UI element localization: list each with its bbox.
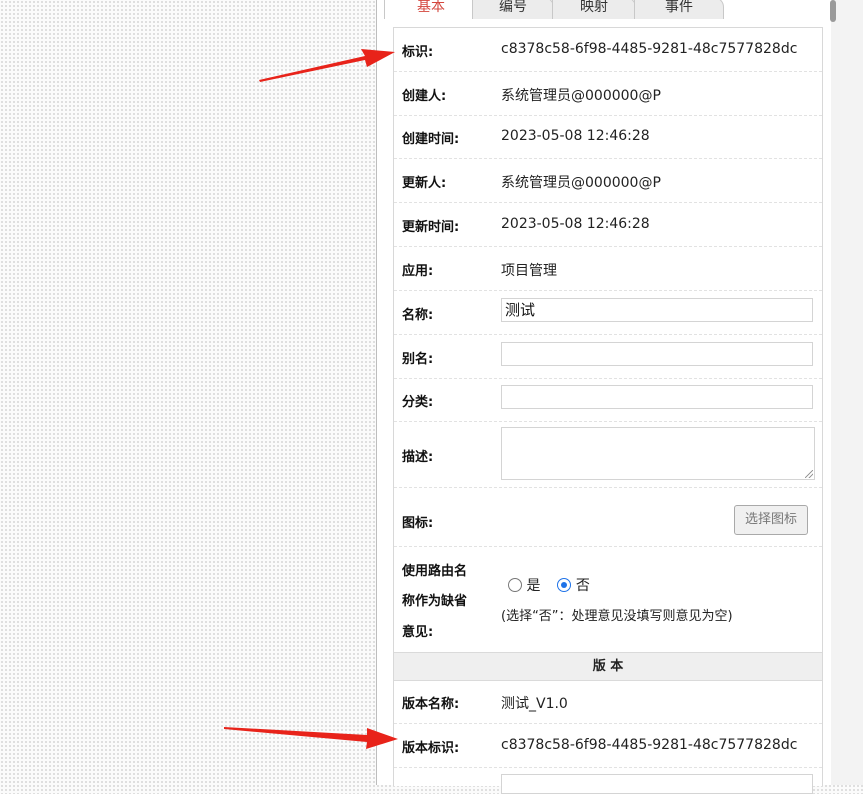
app-label: 应用:: [402, 264, 434, 279]
updater-value: 系统管理员@000000@P: [501, 175, 661, 191]
row-next: [394, 768, 822, 794]
creator-value: 系统管理员@000000@P: [501, 88, 661, 104]
tab-mapping[interactable]: 映射: [552, 0, 636, 19]
route-default-hint: (选择“否”：处理意见没填写则意见为空): [501, 609, 733, 624]
row-version-name: 版本名称: 测试_V1.0: [394, 681, 822, 724]
radio-no-label[interactable]: 否: [576, 578, 590, 594]
row-creator: 创建人: 系统管理员@000000@P: [394, 72, 822, 116]
description-label: 描述:: [402, 450, 434, 465]
scrollbar-track[interactable]: [831, 0, 863, 785]
id-label: 标识:: [402, 45, 434, 60]
basic-form: 标识: c8378c58-6f98-4485-9281-48c7577828dc…: [393, 27, 823, 794]
app-value: 项目管理: [501, 263, 557, 279]
annotation-arrow-icon: [259, 49, 395, 82]
id-value: c8378c58-6f98-4485-9281-48c7577828dc: [501, 41, 798, 57]
row-id: 标识: c8378c58-6f98-4485-9281-48c7577828dc: [394, 28, 822, 72]
row-name: 名称: 测试: [394, 291, 822, 335]
row-icon: 图标: 选择图标: [394, 488, 822, 547]
version-id-value: c8378c58-6f98-4485-9281-48c7577828dc: [501, 737, 798, 753]
next-input[interactable]: [501, 774, 813, 794]
version-name-value: 测试_V1.0: [501, 696, 568, 712]
row-created-time: 创建时间: 2023-05-08 12:46:28: [394, 116, 822, 159]
updater-label: 更新人:: [402, 176, 447, 191]
row-version-id: 版本标识: c8378c58-6f98-4485-9281-48c7577828…: [394, 724, 822, 768]
row-alias: 别名:: [394, 335, 822, 379]
tab-basic[interactable]: 基本: [384, 0, 478, 19]
route-default-label-line1: 使用路由名: [402, 564, 468, 579]
category-input[interactable]: [501, 385, 813, 409]
route-default-label-line2: 称作为缺省: [402, 594, 468, 609]
version-name-label: 版本名称:: [402, 697, 460, 712]
row-updater: 更新人: 系统管理员@000000@P: [394, 159, 822, 203]
radio-yes-label[interactable]: 是: [526, 578, 540, 594]
row-category: 分类:: [394, 379, 822, 422]
icon-label: 图标:: [402, 516, 434, 531]
creator-label: 创建人:: [402, 89, 447, 104]
created-time-label: 创建时间:: [402, 132, 460, 147]
tab-events[interactable]: 事件: [634, 0, 724, 19]
tab-bar: 基本 编号 映射 事件: [384, 0, 824, 19]
canvas-background: [0, 0, 376, 785]
row-description: 描述:: [394, 422, 822, 488]
radio-no[interactable]: [557, 578, 572, 592]
scrollbar-thumb[interactable]: [830, 0, 836, 22]
version-id-label: 版本标识:: [402, 741, 460, 756]
row-app: 应用: 项目管理: [394, 247, 822, 291]
description-textarea[interactable]: [501, 427, 815, 480]
select-icon-button[interactable]: 选择图标: [734, 505, 808, 535]
resize-grip-icon[interactable]: [805, 470, 813, 478]
updated-time-label: 更新时间:: [402, 220, 460, 235]
version-section-header: 版 本: [394, 652, 822, 681]
radio-yes[interactable]: [508, 578, 522, 592]
tab-number[interactable]: 编号: [472, 0, 554, 19]
annotation-arrow-icon: [224, 727, 398, 749]
alias-label: 别名:: [402, 352, 434, 367]
updated-time-value: 2023-05-08 12:46:28: [501, 216, 650, 232]
name-label: 名称:: [402, 308, 434, 323]
row-route-default: 使用路由名 称作为缺省 意见: 是 否 (选择“否”：处理意见没填写则意见为空): [394, 547, 822, 651]
row-updated-time: 更新时间: 2023-05-08 12:46:28: [394, 203, 822, 247]
category-label: 分类:: [402, 395, 434, 410]
created-time-value: 2023-05-08 12:46:28: [501, 128, 650, 144]
route-default-radio-group: 是 否: [508, 575, 590, 595]
alias-input[interactable]: [501, 342, 813, 366]
name-input[interactable]: 测试: [501, 298, 813, 322]
route-default-label-line3: 意见:: [402, 625, 434, 640]
